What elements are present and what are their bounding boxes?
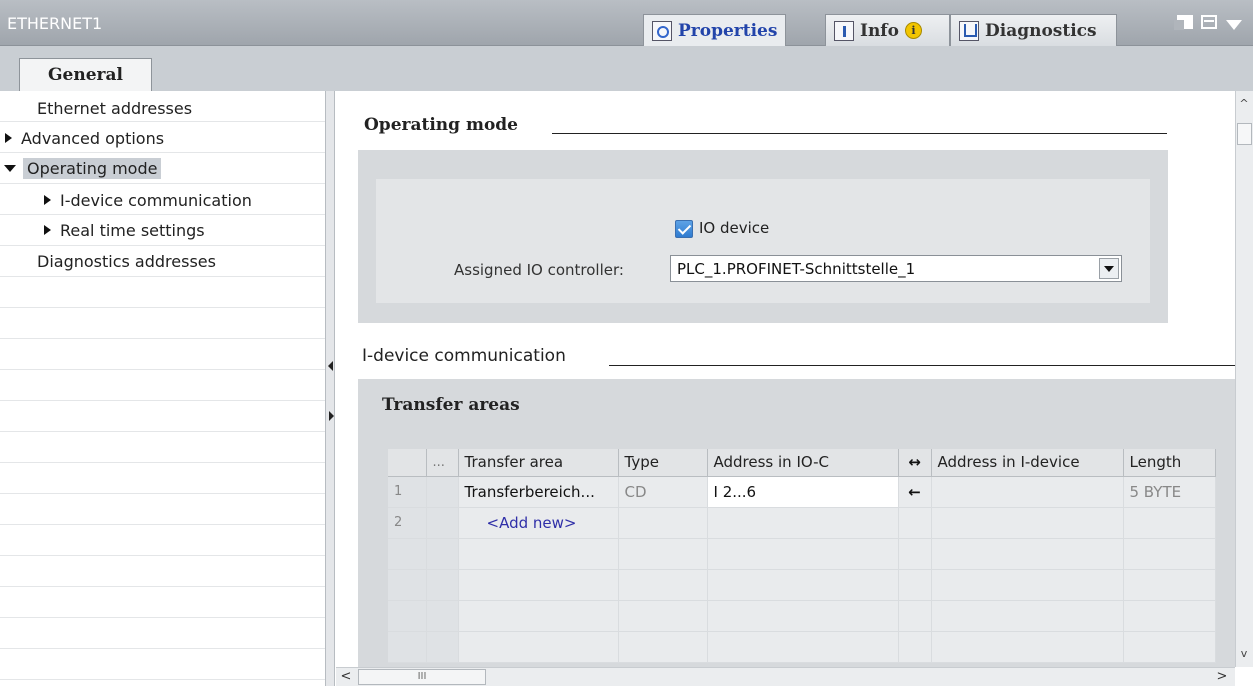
column-header-options[interactable]: ... [426, 449, 459, 477]
vertical-scrollbar[interactable]: ^ v [1235, 91, 1253, 667]
sidebar-nav: Ethernet addresses Advanced options Oper… [0, 91, 325, 686]
expand-arrow-icon[interactable] [44, 195, 51, 205]
io-device-checkbox[interactable] [675, 220, 693, 238]
transfer-area-cell[interactable]: Transferbereich... [458, 476, 619, 508]
column-header-direction[interactable]: ↔ [898, 449, 932, 477]
assigned-controller-select[interactable]: PLC_1.PROFINET-Schnittstelle_1 [670, 255, 1122, 282]
row-options-cell[interactable] [426, 476, 459, 508]
layout-icon[interactable] [1201, 15, 1217, 29]
diagnostics-icon [959, 20, 979, 41]
dropdown-arrow-icon[interactable] [1099, 258, 1119, 279]
column-header-address-ioc[interactable]: Address in IO-C [707, 449, 899, 477]
table-header-row: ... Transfer area Type Address in IO-C ↔… [388, 449, 1216, 477]
sidebar-item-real-time-settings[interactable]: Real time settings [44, 215, 205, 245]
operating-mode-panel: IO device Assigned IO controller: PLC_1.… [358, 150, 1168, 323]
row-number: 2 [388, 507, 427, 539]
section-divider [552, 133, 1167, 134]
column-header-type[interactable]: Type [618, 449, 708, 477]
table-row-empty [388, 631, 1216, 663]
sidebar-item-operating-mode[interactable]: Operating mode [4, 153, 162, 183]
expand-right-icon[interactable] [329, 411, 334, 421]
tab-diagnostics-label: Diagnostics [985, 20, 1097, 41]
restore-window-icon[interactable] [1174, 15, 1193, 30]
collapse-left-icon[interactable] [328, 361, 333, 371]
io-device-label: IO device [699, 219, 770, 237]
table-row-empty [388, 538, 1216, 570]
column-header-transfer-area[interactable]: Transfer area [458, 449, 619, 477]
chevron-down-icon[interactable] [1226, 20, 1242, 30]
scroll-down-icon[interactable]: v [1236, 647, 1252, 663]
table-row-empty [388, 600, 1216, 632]
row-number-header [388, 449, 427, 477]
sidebar-item-i-device-communication[interactable]: I-device communication [44, 185, 252, 215]
assigned-controller-value: PLC_1.PROFINET-Schnittstelle_1 [677, 260, 916, 278]
type-cell[interactable] [618, 507, 708, 539]
sidebar-item-ethernet-addresses[interactable]: Ethernet addresses [37, 93, 192, 123]
scroll-up-icon[interactable]: ^ [1236, 97, 1252, 113]
tab-properties-label: Properties [678, 21, 778, 41]
properties-icon [652, 21, 672, 41]
window-title: ETHERNET1 [7, 14, 103, 33]
address-ioc-cell[interactable]: I 2...6 [707, 476, 899, 508]
tab-info[interactable]: Info i [825, 14, 950, 46]
transfer-areas-heading: Transfer areas [382, 395, 520, 415]
length-cell[interactable]: 5 BYTE [1123, 476, 1216, 508]
tab-info-label: Info [860, 20, 899, 41]
type-cell[interactable]: CD [618, 476, 708, 508]
table-row-empty [388, 569, 1216, 601]
row-options-cell[interactable] [426, 507, 459, 539]
row-number: 1 [388, 476, 427, 508]
sidebar-item-diagnostics-addresses[interactable]: Diagnostics addresses [37, 246, 216, 276]
tab-properties[interactable]: Properties [643, 14, 787, 47]
operating-mode-heading: Operating mode [364, 115, 518, 135]
column-header-address-idevice[interactable]: Address in I-device [931, 449, 1124, 477]
scroll-left-icon[interactable]: < [338, 669, 354, 685]
table-row[interactable]: 1 Transferbereich... CD I 2...6 ← 5 BYTE [388, 476, 1216, 508]
sidebar-item-advanced-options[interactable]: Advanced options [5, 123, 164, 153]
add-new-cell[interactable]: <Add new> [458, 507, 619, 539]
vertical-scroll-thumb[interactable] [1237, 123, 1252, 145]
horizontal-scrollbar[interactable]: < III > [336, 667, 1235, 686]
transfer-areas-table: ... Transfer area Type Address in IO-C ↔… [388, 449, 1216, 663]
tab-strip: General [0, 46, 1253, 91]
length-cell[interactable] [1123, 507, 1216, 539]
expand-arrow-icon[interactable] [5, 133, 12, 143]
sidebar-item-label: Diagnostics addresses [37, 251, 216, 271]
sidebar-item-label: I-device communication [60, 190, 252, 210]
section-divider [609, 365, 1235, 366]
sidebar-item-label: Real time settings [60, 220, 205, 240]
i-device-communication-heading: I-device communication [362, 346, 566, 366]
tab-diagnostics[interactable]: Diagnostics [950, 14, 1117, 46]
sidebar-item-label: Operating mode [23, 157, 162, 179]
collapse-arrow-icon[interactable] [4, 164, 16, 172]
scroll-right-icon[interactable]: > [1214, 669, 1230, 685]
direction-cell[interactable] [898, 507, 932, 539]
address-idevice-cell[interactable] [931, 507, 1124, 539]
address-ioc-cell[interactable] [707, 507, 899, 539]
panel-splitter[interactable] [325, 91, 335, 686]
properties-content: Operating mode IO device Assigned IO con… [336, 91, 1235, 667]
info-badge-icon: i [904, 22, 922, 39]
transfer-areas-panel: Transfer areas ... Transfer area Type Ad… [358, 379, 1235, 667]
tab-general[interactable]: General [19, 58, 152, 91]
operating-mode-inner-panel: IO device Assigned IO controller: PLC_1.… [376, 179, 1150, 303]
table-row[interactable]: 2 <Add new> [388, 507, 1216, 539]
expand-arrow-icon[interactable] [44, 225, 51, 235]
sidebar-item-label: Advanced options [21, 128, 165, 148]
inspector-title-bar: ETHERNET1 Properties Info i Diagnostics [0, 0, 1253, 47]
assigned-controller-label: Assigned IO controller: [454, 261, 624, 279]
column-header-length[interactable]: Length [1123, 449, 1216, 477]
horizontal-scroll-thumb[interactable]: III [358, 669, 486, 685]
address-idevice-cell[interactable] [931, 476, 1124, 508]
sidebar-item-label: Ethernet addresses [37, 98, 193, 118]
direction-arrow-icon[interactable]: ← [898, 476, 932, 508]
info-icon [834, 20, 854, 41]
